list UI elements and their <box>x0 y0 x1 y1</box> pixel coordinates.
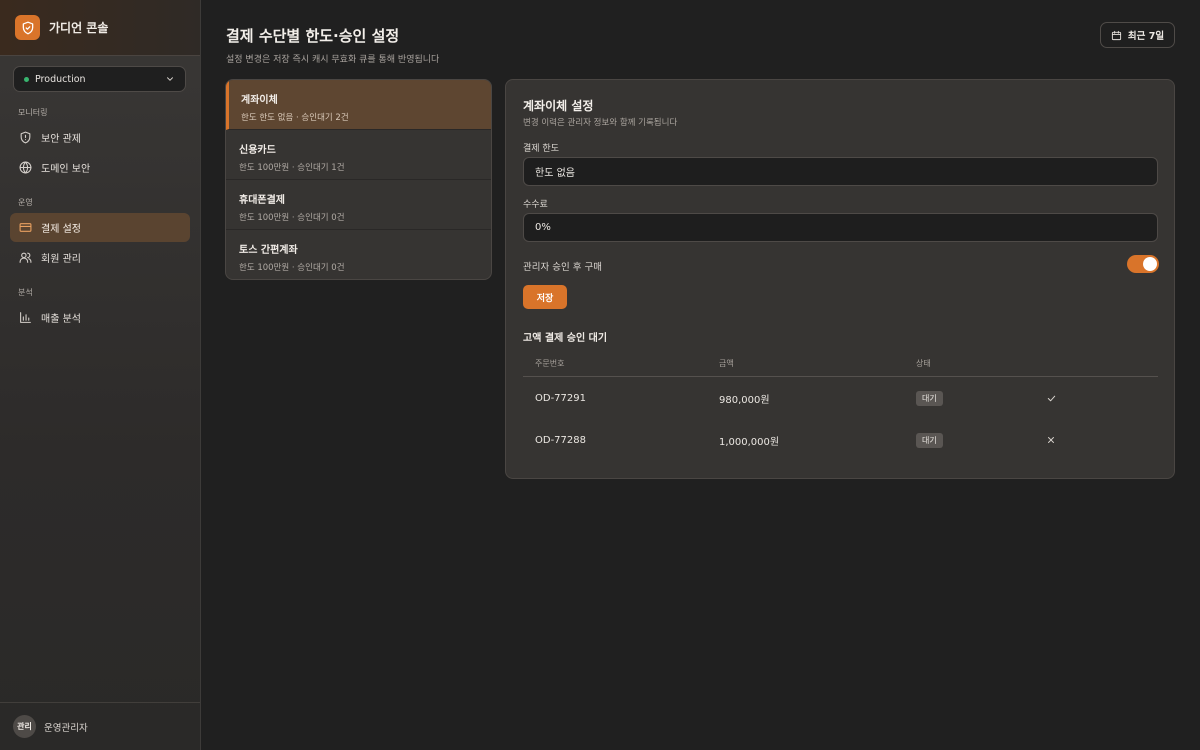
sidebar-item-payment-settings[interactable]: 결제 설정 <box>10 213 190 242</box>
environment-label: Production <box>35 73 86 85</box>
order-amount: 980,000원 <box>719 394 770 406</box>
order-amount: 1,000,000원 <box>719 436 780 448</box>
sidebar-item-member-management[interactable]: 회원 관리 <box>10 243 190 272</box>
chevron-down-icon <box>167 77 173 81</box>
method-description: 한도 100만원 · 승인대기 0건 <box>239 263 345 273</box>
order-number: OD-77291 <box>535 392 586 404</box>
panel-title: 계좌이체 설정 <box>523 99 594 113</box>
method-description: 한도 한도 없음 · 승인대기 2건 <box>241 113 349 123</box>
table-row: OD-77291 980,000원 대기 <box>523 377 1158 419</box>
avatar[interactable]: 관리 <box>13 715 36 738</box>
x-icon[interactable] <box>1044 433 1058 447</box>
status-badge: 대기 <box>916 432 943 448</box>
globe-icon <box>18 161 32 175</box>
app-title: 가디언 콘솔 <box>49 21 109 35</box>
approval-queue-title: 고액 결제 승인 대기 <box>523 333 608 344</box>
sidebar: 가디언 콘솔 Production 모니터링 보안 관제 도메인 보안 운영 결… <box>0 0 201 750</box>
sidebar-item-label: 회원 관리 <box>41 254 81 265</box>
method-item-credit-card[interactable]: 신용카드 한도 100만원 · 승인대기 1건 <box>226 130 491 180</box>
sidebar-item-security-monitoring[interactable]: 보안 관제 <box>10 123 190 152</box>
sidebar-footer: 관리 운영관리자 <box>0 702 200 750</box>
brand-header: 가디언 콘솔 <box>0 0 200 56</box>
panel-subtitle: 변경 이력은 관리자 정보와 함께 기록됩니다 <box>523 118 678 128</box>
approval-toggle[interactable] <box>1127 255 1159 273</box>
sidebar-item-label: 매출 분석 <box>41 314 81 325</box>
shield-icon <box>18 131 32 145</box>
fee-label: 수수료 <box>523 200 548 210</box>
method-item-bank-transfer[interactable]: 계좌이체 한도 한도 없음 · 승인대기 2건 <box>226 80 491 130</box>
column-header-order: 주문번호 <box>535 358 565 368</box>
save-button[interactable]: 저장 <box>523 285 567 309</box>
approval-toggle-label: 관리자 승인 후 구매 <box>523 262 602 273</box>
fee-input[interactable] <box>523 213 1158 242</box>
settings-panel: 계좌이체 설정 변경 이력은 관리자 정보와 함께 기록됩니다 결제 한도 수수… <box>505 79 1175 479</box>
order-number: OD-77288 <box>535 434 586 446</box>
sidebar-item-sales-analytics[interactable]: 매출 분석 <box>10 303 190 332</box>
credit-card-icon <box>18 221 32 235</box>
date-range-button[interactable]: 최근 7일 <box>1100 22 1175 48</box>
section-title-operations: 운영 <box>18 198 33 207</box>
bar-chart-icon <box>18 311 32 325</box>
shield-logo-icon <box>15 15 40 40</box>
method-item-toss-account[interactable]: 토스 간편계좌 한도 100만원 · 승인대기 0건 <box>226 230 491 279</box>
method-name: 신용카드 <box>239 145 276 156</box>
status-badge: 대기 <box>916 390 943 406</box>
section-title-analytics: 분석 <box>18 288 33 297</box>
limit-label: 결제 한도 <box>523 144 559 154</box>
method-name: 토스 간편계좌 <box>239 245 298 256</box>
user-name: 운영관리자 <box>44 722 88 734</box>
method-name: 계좌이체 <box>241 95 278 106</box>
page-subtitle: 설정 변경은 저장 즉시 캐시 무효화 큐를 통해 반영됩니다 <box>226 55 440 65</box>
limit-input[interactable] <box>523 157 1158 186</box>
date-range-label: 최근 7일 <box>1127 31 1165 42</box>
page-title: 결제 수단별 한도·승인 설정 <box>226 27 400 45</box>
approval-table: 주문번호 금액 상태 OD-77291 980,000원 대기 OD-77288… <box>523 350 1158 461</box>
payment-method-list: 계좌이체 한도 한도 없음 · 승인대기 2건 신용카드 한도 100만원 · … <box>225 79 492 280</box>
environment-status-dot <box>24 76 29 82</box>
method-description: 한도 100만원 · 승인대기 0건 <box>239 213 345 223</box>
sidebar-item-label: 보안 관제 <box>41 134 81 145</box>
column-header-amount: 금액 <box>719 358 734 368</box>
environment-select[interactable]: Production <box>13 66 186 92</box>
users-icon <box>18 251 32 265</box>
method-name: 휴대폰결제 <box>239 195 285 206</box>
column-header-status: 상태 <box>916 358 931 368</box>
sidebar-item-label: 도메인 보안 <box>41 164 91 175</box>
sidebar-item-domain-security[interactable]: 도메인 보안 <box>10 153 190 182</box>
table-header: 주문번호 금액 상태 <box>523 350 1158 377</box>
sidebar-item-label: 결제 설정 <box>41 224 81 235</box>
section-title-monitoring: 모니터링 <box>18 108 48 117</box>
toggle-knob <box>1143 257 1157 271</box>
method-description: 한도 100만원 · 승인대기 1건 <box>239 163 345 173</box>
method-item-mobile-payment[interactable]: 휴대폰결제 한도 100만원 · 승인대기 0건 <box>226 180 491 230</box>
table-row: OD-77288 1,000,000원 대기 <box>523 419 1158 461</box>
check-icon[interactable] <box>1044 391 1058 405</box>
calendar-icon <box>1111 30 1122 40</box>
